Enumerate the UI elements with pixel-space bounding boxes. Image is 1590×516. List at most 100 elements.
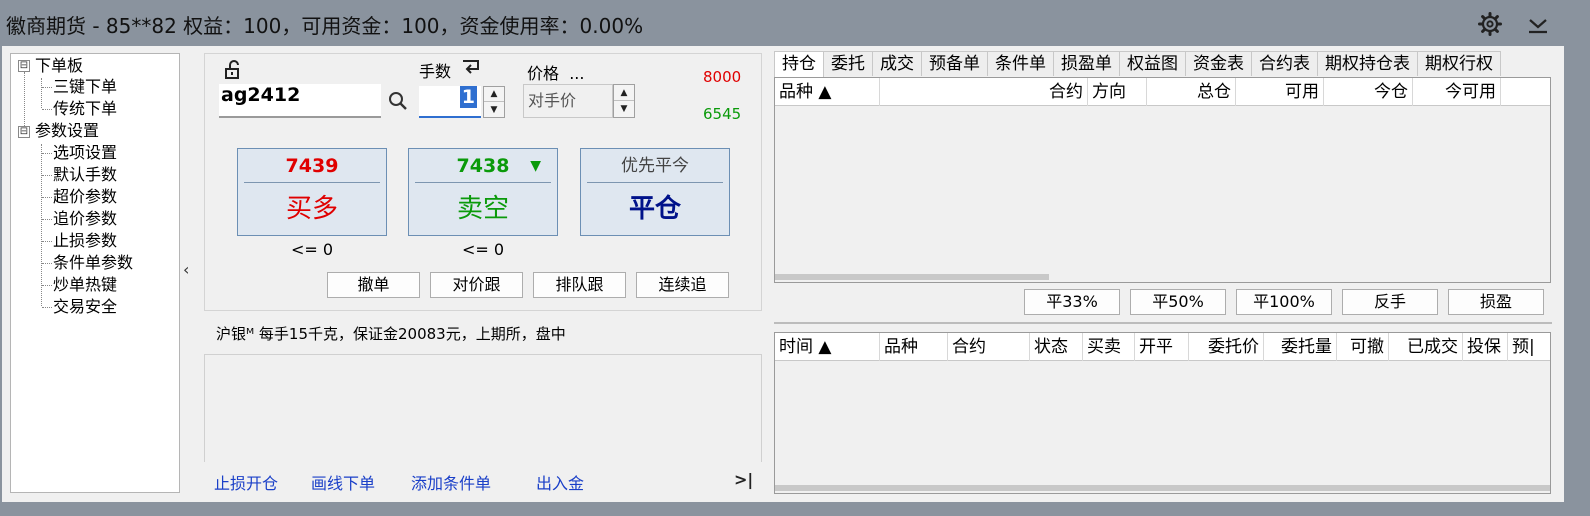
tree-item-security[interactable]: 交易安全 xyxy=(53,297,117,317)
col-today[interactable]: 今仓 xyxy=(1324,78,1413,106)
sell-short-label: 卖空 xyxy=(456,194,509,224)
tab-conditional[interactable]: 条件单 xyxy=(987,51,1054,76)
price-label: 价格 ... xyxy=(527,64,585,83)
cancel-order-button[interactable]: 撤单 xyxy=(327,272,420,298)
stop-profit-button[interactable]: 损盈 xyxy=(1448,289,1544,315)
add-conditional-link[interactable]: 添加条件单 xyxy=(411,470,491,494)
col-direction[interactable]: 方向 xyxy=(1088,78,1147,106)
close-priority: 优先平今 xyxy=(587,149,723,183)
close-position-button[interactable]: 优先平今 平仓 xyxy=(580,148,730,236)
tree-toggle-icon[interactable]: ⊟ xyxy=(18,60,30,72)
draw-line-order-link[interactable]: 画线下单 xyxy=(311,470,375,494)
decrease-icon[interactable]: ▼ xyxy=(614,101,634,117)
orders-header: 时间 ▲ 品种 合约 状态 买卖 开平 委托价 委托量 可撤 已成交 投保 预| xyxy=(775,333,1550,361)
sell-short-button[interactable]: 7438 ▼ 卖空 xyxy=(408,148,558,236)
gear-icon[interactable] xyxy=(1476,10,1504,38)
tree-item-three-key-order[interactable]: 三键下单 xyxy=(53,77,117,97)
splitter[interactable] xyxy=(774,322,1552,324)
tree-item-hotkeys[interactable]: 炒单热键 xyxy=(53,275,117,295)
chevron-down-icon[interactable] xyxy=(1524,10,1552,38)
price-type-field[interactable]: 对手价 xyxy=(523,84,613,118)
deposit-withdraw-link[interactable]: 出入金 xyxy=(536,470,584,494)
positions-table: 品种 ▲ 合约 方向 总仓 可用 今仓 今可用 xyxy=(774,77,1551,283)
account-summary: 徽商期货 - 85**82 权益：100，可用资金：100，资金使用率：0.00… xyxy=(6,14,644,38)
close-100-button[interactable]: 平100% xyxy=(1236,289,1332,315)
tree-toggle-icon[interactable]: ⊟ xyxy=(18,126,30,138)
tab-trades[interactable]: 成交 xyxy=(872,51,922,76)
col-time[interactable]: 时间 ▲ xyxy=(775,333,880,361)
col-contract[interactable]: 合约 xyxy=(880,78,1088,106)
sell-price: 7438 xyxy=(456,155,510,177)
continuous-chase-button[interactable]: 连续追 xyxy=(636,272,729,298)
follow-opposite-button[interactable]: 对价跟 xyxy=(430,272,523,298)
buy-limit-text: <= 0 xyxy=(290,240,334,259)
down-arrow-icon: ▼ xyxy=(530,158,541,174)
limit-up-price: 8000 xyxy=(703,68,742,86)
close-position-label: 平仓 xyxy=(628,194,681,224)
limit-down-price: 6545 xyxy=(703,105,742,123)
horizontal-scrollbar[interactable] xyxy=(775,274,1049,280)
close-33-button[interactable]: 平33% xyxy=(1024,289,1120,315)
col-prepared[interactable]: 预| xyxy=(1508,333,1551,361)
tree-item-traditional-order[interactable]: 传统下单 xyxy=(53,99,117,119)
tab-prepared[interactable]: 预备单 xyxy=(921,51,988,76)
contract-info: 沪银ᴹ 每手15千克，保证金20083元，上期所，盘中 xyxy=(216,325,566,343)
price-stepper[interactable]: ▲ ▼ xyxy=(613,84,635,118)
col-side[interactable]: 买卖 xyxy=(1083,333,1135,361)
message-area xyxy=(204,354,762,462)
tree-item-options[interactable]: 选项设置 xyxy=(53,143,117,163)
tab-orders[interactable]: 委托 xyxy=(823,51,873,76)
collapse-left-icon[interactable]: ‹ xyxy=(183,260,189,279)
col-contract[interactable]: 合约 xyxy=(948,333,1030,361)
expand-right-icon[interactable]: >| xyxy=(734,470,753,489)
return-icon[interactable] xyxy=(461,58,481,80)
tab-option-positions[interactable]: 期权持仓表 xyxy=(1317,51,1418,76)
qty-input[interactable]: 1 xyxy=(419,86,481,118)
increase-icon[interactable]: ▲ xyxy=(614,85,634,101)
tree-item-chase-price[interactable]: 追价参数 xyxy=(53,209,117,229)
col-variety[interactable]: 品种 xyxy=(880,333,948,361)
stop-loss-open-link[interactable]: 止损开仓 xyxy=(214,470,278,494)
tree-item-default-qty[interactable]: 默认手数 xyxy=(53,165,117,185)
follow-queue-button[interactable]: 排队跟 xyxy=(533,272,626,298)
lock-icon[interactable] xyxy=(223,60,243,84)
tab-funds[interactable]: 资金表 xyxy=(1185,51,1252,76)
qty-stepper[interactable]: ▲ ▼ xyxy=(483,86,505,118)
price-more-button[interactable]: ... xyxy=(569,64,584,83)
tree-group-parameters[interactable]: 参数设置 xyxy=(35,121,99,141)
buy-long-label: 买多 xyxy=(285,194,338,224)
reverse-button[interactable]: 反手 xyxy=(1342,289,1438,315)
col-total[interactable]: 总仓 xyxy=(1147,78,1236,106)
increase-icon[interactable]: ▲ xyxy=(484,87,504,102)
col-cancelable[interactable]: 可撤 xyxy=(1337,333,1389,361)
col-available[interactable]: 可用 xyxy=(1236,78,1324,106)
title-bar: 徽商期货 - 85**82 权益：100，可用资金：100，资金使用率：0.00… xyxy=(0,0,1590,46)
order-panel: ag2412 手数 1 ▲ ▼ 价格 ... 对手价 ▲ ▼ 8000 6545… xyxy=(204,53,762,311)
tab-equity-chart[interactable]: 权益图 xyxy=(1119,51,1186,76)
tree-item-overprice[interactable]: 超价参数 xyxy=(53,187,117,207)
orders-table: 时间 ▲ 品种 合约 状态 买卖 开平 委托价 委托量 可撤 已成交 投保 预| xyxy=(774,332,1551,494)
close-50-button[interactable]: 平50% xyxy=(1130,289,1226,315)
col-order-qty[interactable]: 委托量 xyxy=(1264,333,1337,361)
decrease-icon[interactable]: ▼ xyxy=(484,102,504,117)
col-variety[interactable]: 品种 ▲ xyxy=(775,78,880,106)
tab-stop-profit[interactable]: 损盈单 xyxy=(1053,51,1120,76)
col-filled[interactable]: 已成交 xyxy=(1389,333,1463,361)
col-order-price[interactable]: 委托价 xyxy=(1189,333,1264,361)
buy-long-button[interactable]: 7439 买多 xyxy=(237,148,387,236)
settings-tree: ⊟ 下单板 三键下单 传统下单 ⊟ 参数设置 选项设置 默认手数 超价参数 追价… xyxy=(10,53,180,493)
col-today-available[interactable]: 今可用 xyxy=(1413,78,1501,106)
sell-limit-text: <= 0 xyxy=(461,240,505,259)
tree-item-conditional[interactable]: 条件单参数 xyxy=(53,253,133,273)
col-open-close[interactable]: 开平 xyxy=(1135,333,1189,361)
col-hedge[interactable]: 投保 xyxy=(1463,333,1508,361)
tree-item-stop-loss[interactable]: 止损参数 xyxy=(53,231,117,251)
tree-group-order-board[interactable]: 下单板 xyxy=(35,56,83,76)
tab-positions[interactable]: 持仓 xyxy=(774,51,824,78)
tab-option-exercise[interactable]: 期权行权 xyxy=(1417,51,1501,76)
tab-contracts[interactable]: 合约表 xyxy=(1251,51,1318,76)
horizontal-scrollbar[interactable] xyxy=(775,485,1550,491)
col-status[interactable]: 状态 xyxy=(1030,333,1083,361)
search-icon[interactable] xyxy=(387,90,409,116)
contract-input[interactable]: ag2412 xyxy=(219,84,381,118)
